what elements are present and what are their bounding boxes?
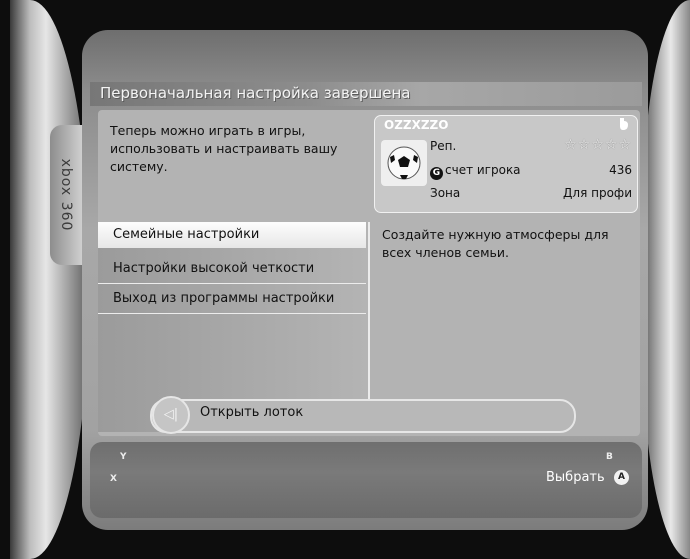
x-button-hint: X (110, 474, 117, 484)
soccer-ball-icon (387, 146, 421, 180)
rep-stars: ☆☆☆☆☆ (564, 137, 632, 153)
score-row: Gсчет игрока 436 (430, 163, 632, 181)
description-text: Теперь можно играть в игры, использовать… (110, 123, 338, 174)
menu-item-label: Выход из программы настройки (113, 291, 335, 306)
menu-item-label: Семейные настройки (113, 227, 260, 242)
gamerscore-icon: G (430, 167, 443, 180)
controller-icon (618, 117, 630, 131)
menu-divider (368, 222, 370, 412)
eject-icon[interactable]: ◁| (152, 396, 190, 434)
score-label-group: Gсчет игрока (430, 163, 521, 180)
zone-value: Для профи (563, 186, 632, 200)
score-value: 436 (609, 163, 632, 177)
rep-label: Реп. (430, 139, 457, 153)
a-button-icon[interactable]: A (614, 470, 629, 485)
menu-item-exit-setup[interactable]: Выход из программы настройки (98, 286, 366, 314)
menu-item-hd-settings[interactable]: Настройки высокой четкости (98, 256, 366, 284)
gamertag: OZZXZZO (384, 118, 449, 132)
rep-row: Реп. ☆☆☆☆☆ (430, 137, 632, 157)
open-tray-label: Открыть лоток (200, 405, 304, 420)
menu-item-family-settings[interactable]: Семейные настройки (98, 222, 366, 248)
b-button-hint: B (606, 452, 613, 462)
side-tab-label: xbox 360 (58, 158, 74, 232)
zone-label: Зона (430, 186, 461, 200)
menu-item-label: Настройки высокой четкости (113, 261, 315, 276)
zone-row: Зона Для профи (430, 186, 632, 204)
xbox360-side-tab[interactable]: xbox 360 (50, 125, 82, 265)
gamer-picture (381, 140, 427, 186)
page-title: Первоначальная настройка завершена (100, 84, 411, 102)
y-button-hint: Y (120, 452, 127, 462)
score-label: счет игрока (445, 163, 521, 177)
select-label: Выбрать (546, 470, 605, 485)
selected-item-description: Создайте нужную атмосферы для всех члено… (382, 227, 609, 260)
